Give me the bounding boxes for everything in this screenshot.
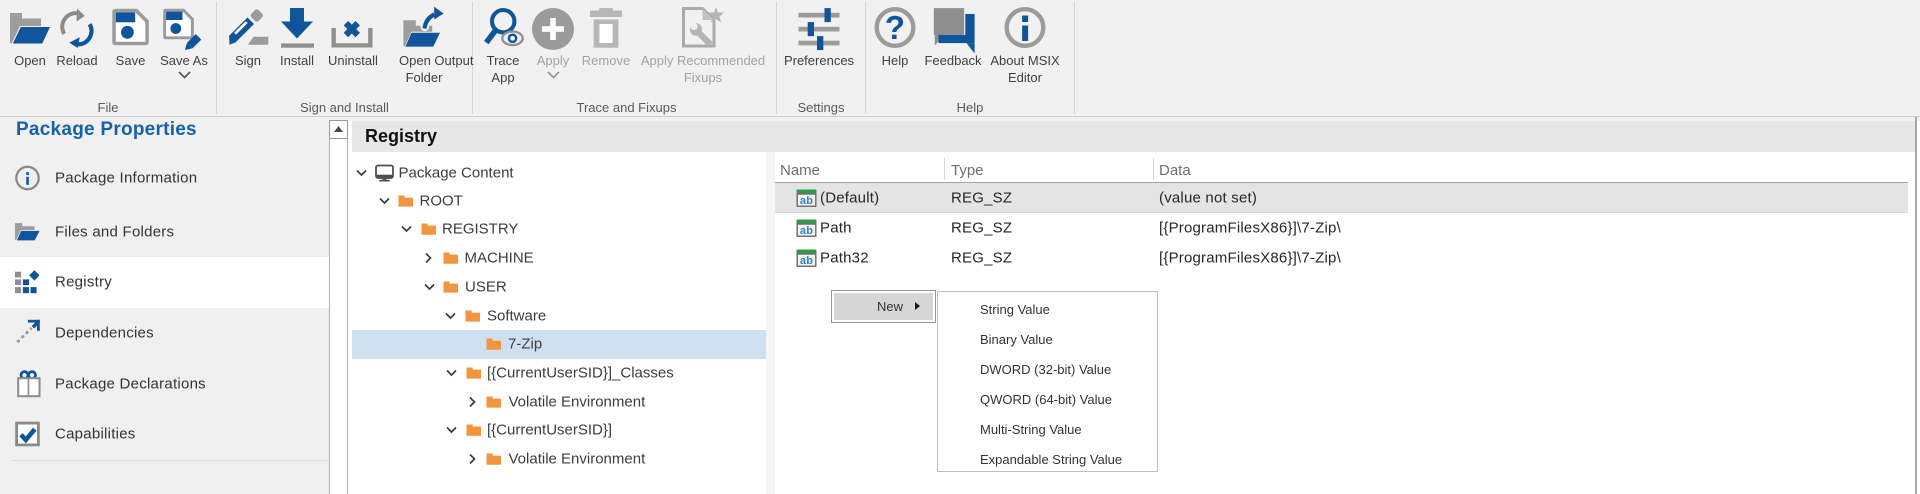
svg-text:?: ? [885, 9, 905, 46]
svg-text:ab: ab [800, 225, 813, 237]
svg-text:ab: ab [800, 195, 813, 207]
svg-text:ab: ab [800, 255, 813, 267]
